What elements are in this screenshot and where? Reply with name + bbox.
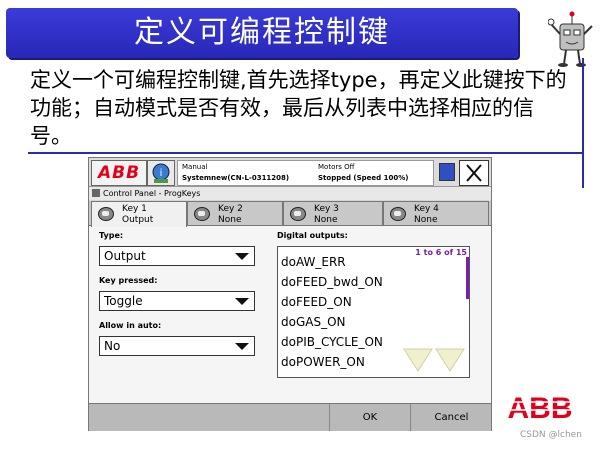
tab-label: Key 4 [414,204,439,214]
tab-value: None [218,215,242,225]
allow-auto-label: Allow in auto: [99,321,162,330]
status-bar: Manual Systemnew(CN-L-0311208) Motors Of… [177,160,434,186]
type-label: Type: [99,231,124,240]
status-mode: Manual [182,163,208,171]
task-status-icon[interactable] [439,163,455,181]
decor-horizontal-line [28,152,583,154]
list-count: 1 to 6 of 15 [415,248,467,257]
slide-description: 定义一个可编程控制键,首先选择type，再定义此键按下的功能；自动模式是否有效，… [30,68,567,148]
tab-value: Output [122,215,154,225]
type-value: Output [104,249,146,263]
decor-vertical-line [582,58,584,188]
list-item[interactable]: doAW_ERR [281,255,346,269]
cancel-button[interactable]: Cancel [410,404,492,431]
chevron-down-icon [235,253,249,260]
tab-key-1[interactable]: Key 1 Output [91,201,187,227]
ok-button[interactable]: OK [329,404,410,431]
tab-label: Key 2 [218,204,243,214]
tab-label: Key 1 [122,204,147,214]
content-panel: Type: Output Key pressed: Toggle Allow i… [89,225,491,404]
tab-value: None [314,215,338,225]
chevron-down-icon [235,343,249,350]
key-icon [98,207,114,221]
tab-label: Key 3 [314,204,339,214]
list-item[interactable]: doGAS_ON [281,315,346,329]
flexpendant-screen: ABB i Manual Systemnew(CN-L-0311208) Mot… [88,157,492,431]
abb-logo-text: ABB [508,392,573,422]
status-state: Stopped (Speed 100%) [318,174,409,182]
list-item[interactable]: doFEED_ON [281,295,352,309]
abb-logo: ABB [500,392,580,422]
key-icon [390,207,406,221]
type-select[interactable]: Output [99,246,255,266]
scrollbar[interactable] [466,257,469,299]
tab-key-4[interactable]: Key 4 None [383,201,489,226]
digital-outputs-list[interactable]: 1 to 6 of 15 doAW_ERR doFEED_bwd_ON doFE… [277,246,470,378]
window-title-text: Control Panel - ProgKeys [103,189,201,198]
tab-value: None [414,215,438,225]
control-panel-icon [92,189,100,197]
key-pressed-value: Toggle [104,294,143,308]
key-tabs: Key 1 Output Key 2 None Key 3 None Key 4… [89,201,491,227]
outputs-label: Digital outputs: [277,231,348,240]
list-item[interactable]: doPOWER_ON [281,355,365,369]
allow-auto-select[interactable]: No [99,336,255,356]
list-item[interactable]: doFEED_bwd_ON [281,275,383,289]
chevron-down-icon [235,298,249,305]
watermark: CSDN @lchen [520,430,582,440]
allow-auto-value: No [104,339,121,353]
key-pressed-label: Key pressed: [99,276,158,285]
key-pressed-select[interactable]: Toggle [99,291,255,311]
bottom-bar: OK Cancel [89,403,491,431]
info-person-icon: i [152,163,170,183]
quickset-button[interactable]: i [147,160,175,186]
status-system: Systemnew(CN-L-0311208) [182,174,290,182]
tab-key-2[interactable]: Key 2 None [187,201,283,226]
scroll-down-arrows[interactable] [402,347,466,375]
robot-mascot-icon [548,11,593,67]
svg-text:i: i [160,168,163,179]
abb-menu-button[interactable]: ABB [91,160,147,186]
close-button[interactable] [459,160,489,186]
key-icon [194,207,210,221]
list-item[interactable]: doPIB_CYCLE_ON [281,335,383,349]
tab-key-3[interactable]: Key 3 None [283,201,383,226]
close-icon [466,164,482,182]
slide-title: 定义可编程控制键 [6,8,518,58]
window-title: Control Panel - ProgKeys [89,187,491,200]
top-bar: ABB i Manual Systemnew(CN-L-0311208) Mot… [89,158,491,187]
status-motors: Motors Off [318,163,355,171]
key-icon [290,207,306,221]
